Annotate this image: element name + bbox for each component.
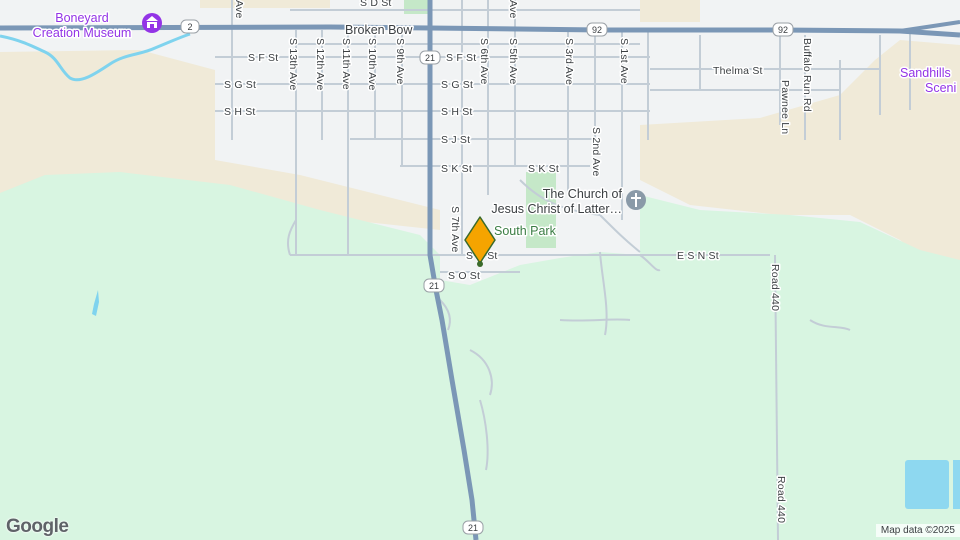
town-label[interactable]: Broken Bow	[344, 22, 415, 39]
street-12th-ave: S 12th Ave	[314, 38, 326, 91]
street-road-440-north: Road 440	[769, 264, 781, 311]
street-ave-top-1: Ave	[233, 0, 245, 19]
street-s-f-west: S F St	[248, 52, 278, 64]
street-s-g-west: S G St	[224, 79, 256, 91]
street-s-h-east: S H St	[441, 106, 473, 118]
svg-text:The Church of: The Church of	[543, 187, 623, 201]
route-shield-21-north: 21	[419, 50, 441, 65]
street-2nd-ave: S 2nd Ave	[590, 127, 602, 176]
svg-text:21: 21	[425, 53, 435, 63]
route-shield-21-south: 21	[462, 520, 484, 535]
street-road-440-south: Road 440	[775, 476, 787, 523]
museum-icon[interactable]	[142, 13, 162, 33]
street-13th-ave: S 13th Ave	[287, 38, 299, 91]
street-s-j: S J St	[441, 134, 470, 146]
sand-area-north-east	[640, 0, 700, 22]
reservoir-2	[953, 460, 960, 509]
svg-text:21: 21	[468, 523, 478, 533]
street-3rd-ave: S 3rd Ave	[563, 38, 575, 85]
map-attribution[interactable]: Map data ©2025	[875, 524, 960, 537]
route-shield-21-mid: 21	[423, 278, 445, 293]
street-s-k-west: S K St	[441, 163, 472, 175]
sand-area-north-west	[200, 0, 330, 8]
route-shield-92-east: 92	[772, 22, 794, 37]
svg-text:92: 92	[778, 25, 788, 35]
street-pawnee: Pawnee Ln	[779, 80, 791, 134]
street-s-f-east: S F St	[446, 52, 476, 64]
sandhills-label-2[interactable]: Sceni	[924, 80, 958, 97]
street-e-s-n: E S N St	[677, 250, 719, 262]
street-s-g-east: S G St	[441, 79, 473, 91]
street-thelma: Thelma St	[713, 65, 763, 77]
reservoir-1	[905, 460, 949, 509]
street-1st-ave: S 1st Ave	[618, 38, 630, 84]
svg-text:Boneyard: Boneyard	[55, 11, 109, 25]
street-s-d: S D St	[360, 0, 392, 9]
street-10th-ave: S 10th Ave	[366, 38, 378, 91]
street-ave-top-2: Ave	[507, 0, 519, 19]
svg-text:Jesus Christ of Latter…: Jesus Christ of Latter…	[491, 202, 622, 216]
street-5th-ave: S 5th Ave	[507, 38, 519, 85]
sandhills-label-1[interactable]: Sandhills	[899, 65, 953, 82]
street-11th-ave: S 11th Ave	[340, 38, 352, 90]
street-6th-ave: S 6th Ave	[478, 38, 490, 85]
south-park-label[interactable]: South Park	[493, 223, 559, 240]
google-logo: Google	[6, 516, 69, 537]
street-s-h-west: S H St	[224, 106, 256, 118]
svg-text:92: 92	[592, 25, 602, 35]
route-shield-92-west: 92	[586, 22, 608, 37]
svg-text:Creation Museum: Creation Museum	[33, 26, 132, 40]
street-s-k-east: S K St	[528, 163, 559, 175]
street-9th-ave: S 9th Ave	[394, 38, 406, 85]
street-7th-ave: S 7th Ave	[449, 206, 461, 253]
street-buffalo-run: Buffalo Run Rd	[801, 38, 813, 112]
church-icon[interactable]	[626, 190, 646, 210]
street-s-o: S O St	[448, 270, 480, 282]
svg-text:21: 21	[429, 281, 439, 291]
route-shield-2: 2	[180, 19, 200, 34]
map-canvas[interactable]: 2 92 92 21 21 21 Broken Bow Boneyard Cre…	[0, 0, 960, 540]
svg-text:2: 2	[187, 22, 192, 32]
